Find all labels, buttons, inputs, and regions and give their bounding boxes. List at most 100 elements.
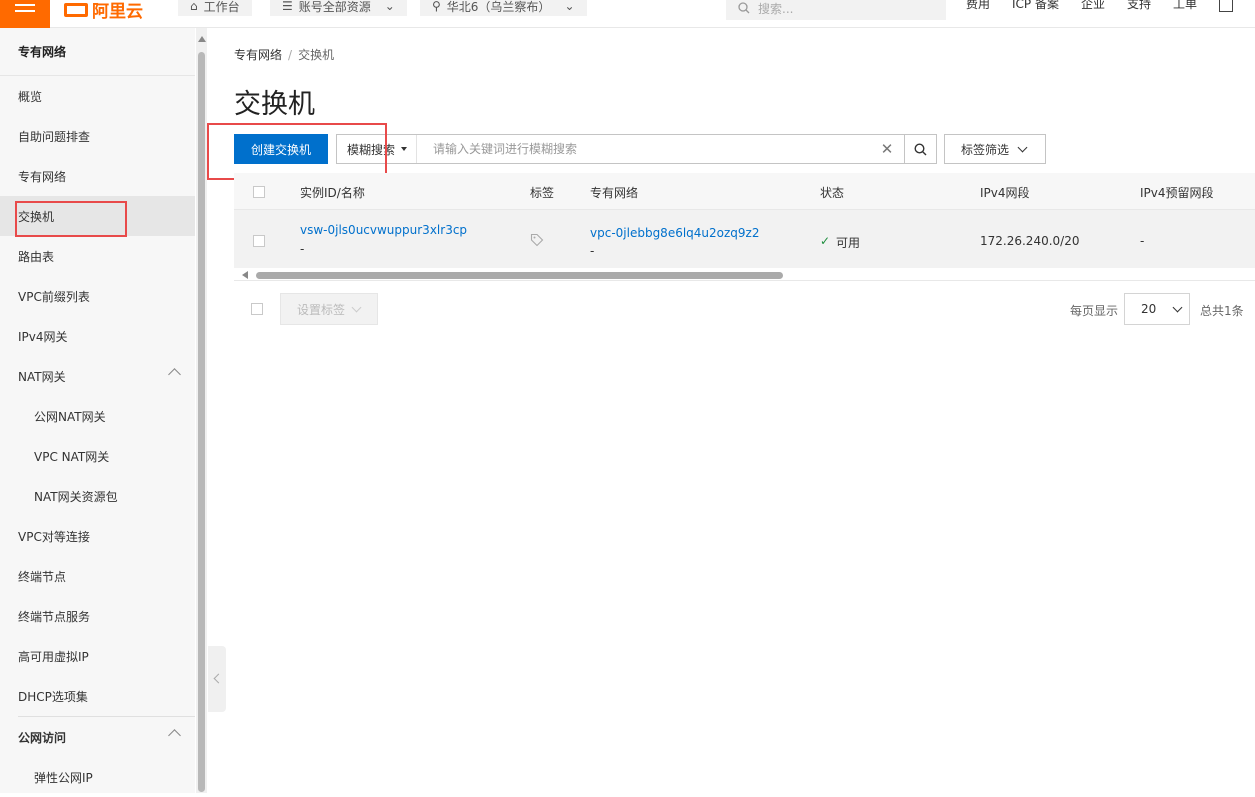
region-selector[interactable]: ⚲ 华北6（乌兰察布） ⌄	[420, 0, 587, 16]
terminal-icon[interactable]	[1219, 0, 1234, 12]
vswitch-name: -	[300, 242, 305, 256]
sidebar-item-label: NAT网关	[18, 369, 66, 384]
sidebar-item-ipv4-gateway[interactable]: IPv4网关	[0, 316, 195, 356]
sidebar-item-vpc[interactable]: 专有网络	[0, 156, 195, 196]
sidebar-item-vpc-peering[interactable]: VPC对等连接	[0, 516, 195, 556]
sidebar-item-label: 自助问题排查	[18, 129, 91, 144]
sidebar-item-eip[interactable]: 弹性公网IP	[0, 757, 195, 797]
search-mode-label: 模糊搜索	[347, 142, 396, 157]
sidebar-group-public-access[interactable]: 公网访问	[0, 717, 195, 757]
table-footer: 设置标签 每页显示 20 总共1条	[234, 293, 1255, 325]
sidebar-item-label: VPC NAT网关	[34, 449, 110, 464]
tag-icon[interactable]	[530, 233, 544, 250]
set-tags-label: 设置标签	[297, 302, 346, 317]
sidebar-item-label: NAT网关资源包	[34, 489, 118, 504]
sidebar-item-label: VPC对等连接	[18, 529, 90, 544]
sidebar-item-label: VPC前缀列表	[18, 289, 90, 304]
sidebar-item-vpc-nat[interactable]: VPC NAT网关	[0, 436, 195, 476]
set-tags-button[interactable]: 设置标签	[280, 293, 378, 325]
sidebar-item-label: 弹性公网IP	[34, 770, 93, 785]
table-header: 实例ID/名称 标签 专有网络 状态 IPv4网段 IPv4预留网段	[234, 173, 1255, 210]
sidebar-item-label: 公网NAT网关	[34, 409, 106, 424]
layers-icon: ☰	[282, 0, 293, 13]
sidebar-item-endpoint[interactable]: 终端节点	[0, 556, 195, 596]
top-link-support[interactable]: 支持	[1127, 0, 1151, 12]
search-mode-select[interactable]: 模糊搜索	[337, 135, 417, 163]
top-link-icp[interactable]: ICP 备案	[1012, 0, 1059, 12]
clear-icon[interactable]: ✕	[870, 135, 904, 163]
footer-select-all-checkbox[interactable]	[251, 303, 263, 315]
top-link-billing[interactable]: 费用	[966, 0, 990, 12]
select-all-checkbox[interactable]	[253, 186, 265, 198]
page-title: 交换机	[234, 89, 315, 120]
tag-filter-button[interactable]: 标签筛选	[944, 134, 1046, 164]
workbench-button[interactable]: ⌂ 工作台	[178, 0, 252, 16]
sidebar-item-dhcp[interactable]: DHCP选项集	[0, 676, 195, 716]
search-button[interactable]	[904, 135, 936, 163]
scroll-left-icon[interactable]	[242, 271, 248, 279]
sidebar-item-vswitch[interactable]: 交换机	[0, 196, 195, 236]
aliyun-logo[interactable]: 阿里云	[64, 0, 143, 28]
chevron-down-icon	[1172, 302, 1183, 312]
column-header: 状态	[820, 186, 845, 200]
sidebar-item-label: 概览	[18, 89, 43, 104]
page-size-value: 20	[1141, 302, 1157, 316]
menu-icon[interactable]	[0, 0, 50, 28]
search-bar: 模糊搜索 ✕	[336, 134, 937, 164]
breadcrumb-separator: /	[288, 48, 293, 62]
logo-mark-icon	[64, 3, 88, 17]
sidebar-item-label: 终端节点	[18, 569, 67, 584]
check-icon: ✓	[820, 234, 831, 248]
search-input[interactable]	[417, 135, 870, 163]
sidebar: 专有网络 概览 自助问题排查 专有网络 交换机 路由表 VPC前缀列表 IPv4…	[0, 28, 195, 793]
vswitch-table: 实例ID/名称 标签 专有网络 状态 IPv4网段 IPv4预留网段 vsw-0…	[234, 173, 1255, 281]
table-horizontal-scrollbar[interactable]	[234, 269, 1255, 281]
caret-down-icon	[401, 147, 408, 151]
sidebar-item-label: 交换机	[18, 209, 55, 224]
sidebar-item-nat-package[interactable]: NAT网关资源包	[0, 476, 195, 516]
breadcrumb-parent[interactable]: 专有网络	[234, 48, 282, 62]
chevron-down-icon	[1017, 142, 1028, 152]
sidebar-item-label: DHCP选项集	[18, 689, 88, 704]
sidebar-item-label: 终端节点服务	[18, 609, 91, 624]
top-link-tickets[interactable]: 工单	[1173, 0, 1197, 12]
sidebar-item-troubleshoot[interactable]: 自助问题排查	[0, 116, 195, 156]
table-row: vsw-0jls0ucvwuppur3xlr3cp - vpc-0jlebbg8…	[234, 210, 1255, 268]
sidebar-item-overview[interactable]: 概览	[0, 76, 195, 116]
collapse-sidebar-button[interactable]	[208, 646, 226, 712]
chevron-down-icon: ⌄	[384, 0, 395, 13]
column-header: 实例ID/名称	[300, 186, 365, 200]
sidebar-item-public-nat[interactable]: 公网NAT网关	[0, 396, 195, 436]
search-icon	[914, 142, 927, 155]
sidebar-group-nat[interactable]: NAT网关	[0, 356, 195, 396]
vswitch-id-link[interactable]: vsw-0jls0ucvwuppur3xlr3cp	[300, 223, 467, 237]
per-page-label: 每页显示	[1070, 304, 1119, 318]
sidebar-item-label: 公网访问	[18, 730, 67, 745]
sidebar-item-endpoint-service[interactable]: 终端节点服务	[0, 596, 195, 636]
chevron-up-icon	[168, 368, 181, 381]
top-link-enterprise[interactable]: 企业	[1081, 0, 1105, 12]
sidebar-item-prefix-list[interactable]: VPC前缀列表	[0, 276, 195, 316]
scrollbar-thumb[interactable]	[198, 52, 205, 792]
total-count: 总共1条	[1200, 304, 1244, 318]
resource-group-selector[interactable]: ☰ 账号全部资源 ⌄	[270, 0, 407, 16]
chevron-down-icon: ⌄	[564, 0, 575, 13]
sidebar-scrollbar[interactable]	[196, 28, 207, 793]
global-search[interactable]: 搜索...	[726, 0, 946, 20]
home-icon: ⌂	[190, 0, 198, 13]
ipv4-cidr: 172.26.240.0/20	[980, 234, 1080, 248]
breadcrumb-current: 交换机	[298, 48, 335, 62]
scroll-up-icon[interactable]	[198, 36, 206, 42]
top-navbar: 阿里云 ⌂ 工作台 ☰ 账号全部资源 ⌄ ⚲ 华北6（乌兰察布） ⌄ 搜索...…	[0, 0, 1255, 28]
top-links: 费用 ICP 备案 企业 支持 工单	[966, 0, 1255, 12]
vpc-name: -	[590, 244, 595, 258]
vpc-id-link[interactable]: vpc-0jlebbg8e6lq4u2ozq9z2	[590, 226, 760, 240]
page-size-select[interactable]: 20	[1124, 293, 1190, 325]
column-header: 专有网络	[590, 186, 639, 200]
row-checkbox[interactable]	[253, 235, 265, 247]
column-header: 标签	[530, 186, 555, 200]
create-vswitch-button[interactable]: 创建交换机	[234, 134, 328, 164]
sidebar-item-route-table[interactable]: 路由表	[0, 236, 195, 276]
scrollbar-thumb[interactable]	[256, 272, 783, 279]
sidebar-item-havip[interactable]: 高可用虚拟IP	[0, 636, 195, 676]
